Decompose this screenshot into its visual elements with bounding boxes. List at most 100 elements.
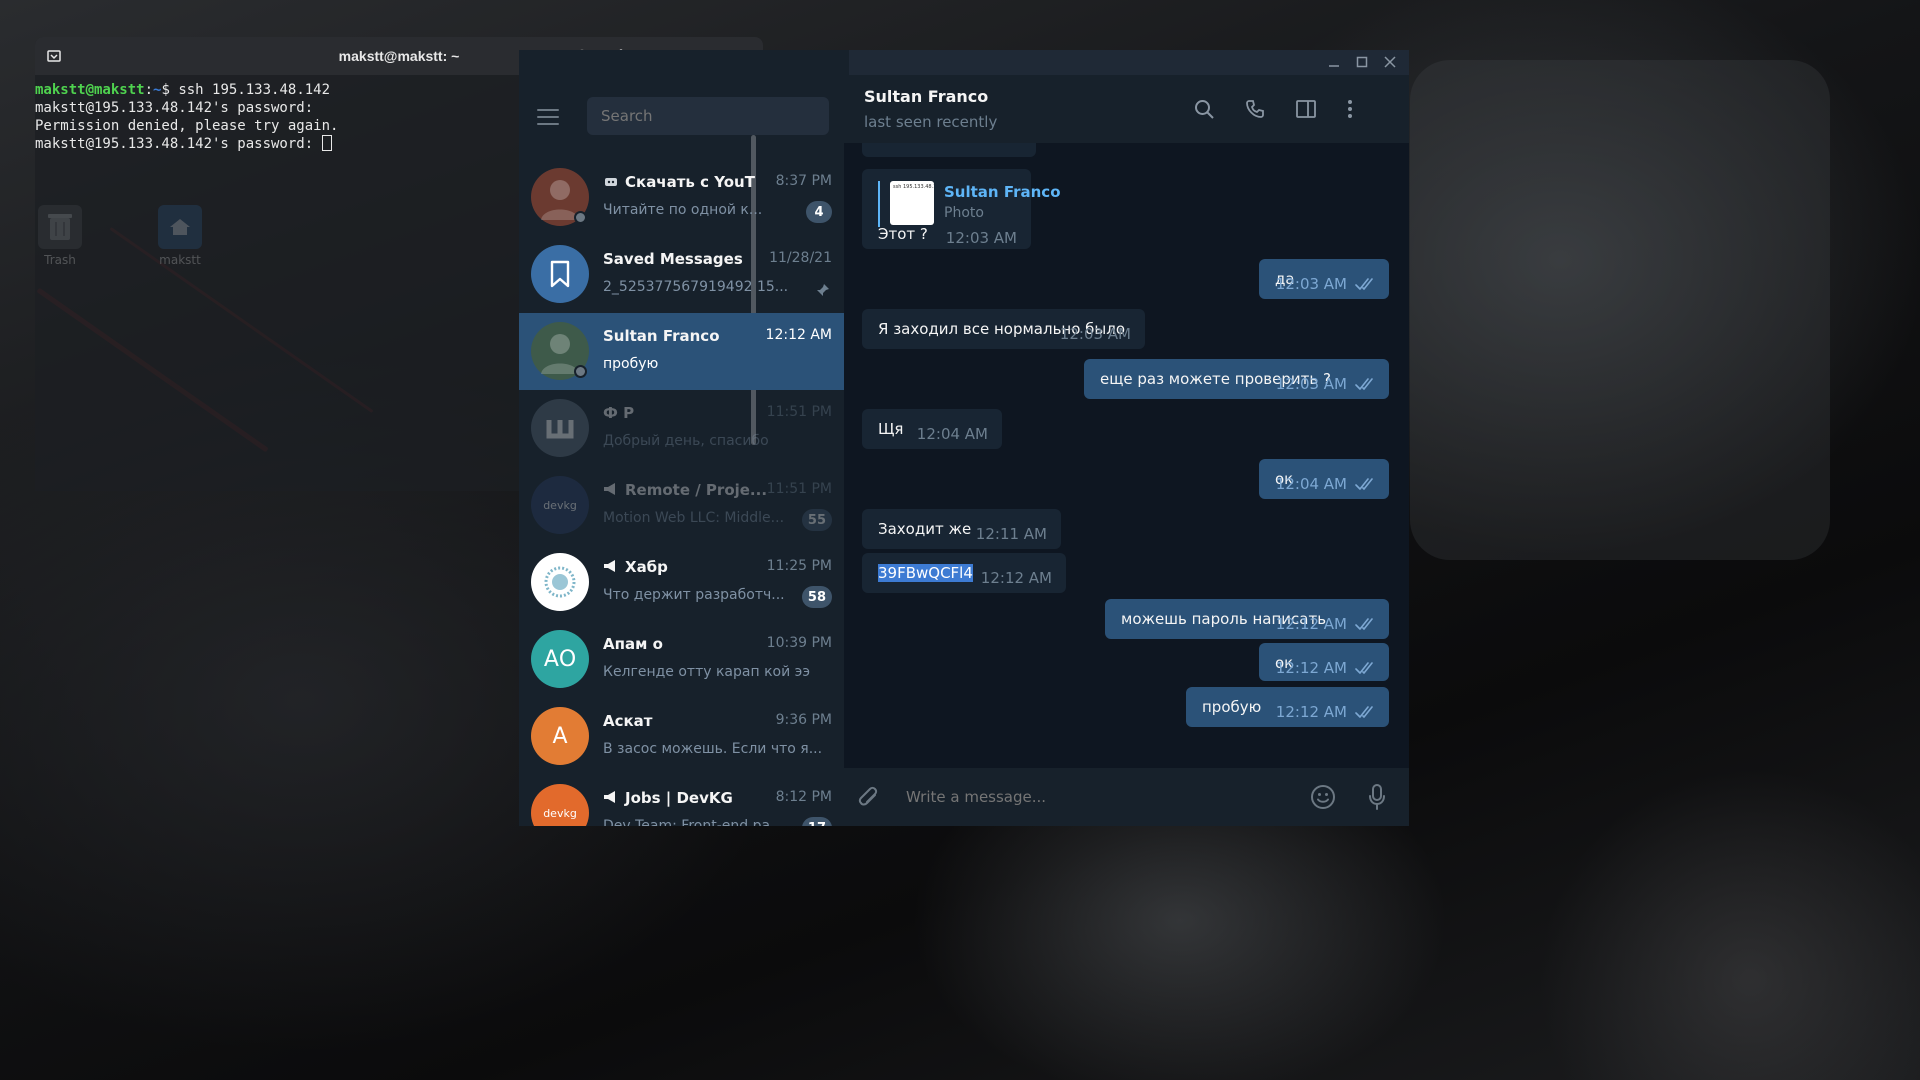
chat-list-item[interactable]: Saved Messages 11/28/21 2_525377567919492 … (519, 236, 844, 313)
phone-icon[interactable] (1241, 95, 1269, 123)
close-icon[interactable] (1381, 53, 1399, 71)
avatar: АО (531, 630, 589, 688)
chat-name-text: Remote / Proje... (625, 481, 768, 499)
chat-name-text: Sultan Franco (603, 327, 720, 345)
chat-name: Remote / Proje... (603, 481, 768, 499)
chat-header-name[interactable]: Sultan Franco (864, 87, 988, 106)
incoming-message[interactable]: 39FBwQCFl4 12:12 AM (862, 553, 1066, 593)
status-dot (574, 211, 587, 224)
avatar: devkg (531, 476, 589, 534)
outgoing-message[interactable]: еще раз можете проверить ? 12:03 AM (1084, 359, 1389, 399)
new-tab-icon[interactable] (43, 45, 65, 67)
outgoing-message[interactable]: можешь пароль написать 12:12 AM (1105, 599, 1389, 639)
chat-name: Ф Р (603, 404, 768, 422)
more-options-icon[interactable] (1336, 95, 1364, 123)
telegram-window[interactable]: Скачать с YouT 8:37 PM Читайте по одной к.… (519, 50, 1409, 826)
status-dot (574, 365, 587, 378)
message-text: Этот ? (878, 225, 928, 243)
chat-list-item[interactable]: Скачать с YouT 8:37 PM Читайте по одной к.… (519, 159, 844, 236)
bot-icon (603, 173, 619, 191)
message-time: 12:03 AM (1275, 275, 1347, 293)
reply-author: Sultan Franco (944, 183, 1061, 201)
avatar-text: devkg (543, 498, 577, 512)
chat-preview: 2_525377567919492 15... (603, 279, 789, 295)
terminal-cursor (321, 135, 332, 151)
avatar (531, 553, 589, 611)
chat-list-item[interactable]: АО Апам о 10:39 PM Келгенде отту карап кой … (519, 621, 844, 698)
message-list[interactable]: Какой пароль?12:02 AMssh 195.133.48.142 … (844, 75, 1409, 768)
hamburger-menu-icon[interactable] (537, 109, 559, 125)
chat-name-text: Ф Р (603, 404, 635, 422)
search-input[interactable] (587, 97, 829, 135)
chat-name: Скачать с YouT (603, 173, 768, 191)
prompt-separator: : (144, 82, 154, 98)
search-icon[interactable] (1190, 95, 1218, 123)
message-composer[interactable] (844, 768, 1409, 826)
unread-badge: 55 (801, 509, 832, 531)
outgoing-message[interactable]: да 12:03 AM (1259, 259, 1389, 299)
chat-preview: Келгенде отту карап кой ээ (603, 664, 811, 680)
read-receipt-icon (1355, 277, 1377, 291)
outgoing-message[interactable]: ок 12:04 AM (1259, 459, 1389, 499)
chat-list-item[interactable]: Хабр 11:25 PM Что держит разработч... 58 (519, 544, 844, 621)
incoming-message[interactable]: Я заходил все нормально было 12:03 AM (862, 309, 1145, 349)
chat-time: 8:37 PM (775, 173, 832, 189)
outgoing-message[interactable]: ок 12:12 AM (1259, 643, 1389, 681)
reply-preview[interactable]: ssh 195.133.48.142 makstt Sultan Franco Ph… (878, 181, 1061, 227)
chat-time: 12:12 AM (765, 327, 832, 343)
chat-name-text: Saved Messages (603, 250, 743, 268)
chat-header[interactable]: Sultan Franco last seen recently (844, 75, 1409, 143)
chat-list-item[interactable]: devkg Remote / Proje... 11:51 PM Motion Web… (519, 467, 844, 544)
chat-name: Jobs | DevKG (603, 789, 768, 807)
chat-preview: пробую (603, 356, 659, 372)
maximize-icon[interactable] (1353, 53, 1371, 71)
avatar (531, 399, 589, 457)
chat-name: Хабр (603, 558, 768, 576)
bookmark-icon (550, 260, 570, 288)
reply-photo-thumbnail: ssh 195.133.48.142 makstt (890, 181, 934, 225)
chat-preview: Читайте по одной к... (603, 202, 763, 218)
chat-list-item[interactable]: А Аскат 9:36 PM В засос можешь. Если что я.… (519, 698, 844, 775)
chat-time: 8:12 PM (775, 789, 832, 805)
letter-mark-icon (546, 420, 574, 439)
attach-icon[interactable] (854, 782, 884, 812)
prompt-user: makstt@makstt (35, 82, 145, 98)
incoming-message[interactable]: Щя 12:04 AM (862, 409, 1002, 449)
microphone-icon[interactable] (1362, 782, 1392, 812)
chat-list-item[interactable]: devkg Jobs | DevKG 8:12 PM Dev Team: Front-… (519, 775, 844, 826)
message-text: пробую (1202, 698, 1262, 716)
chat-name-text: Апам о (603, 635, 663, 653)
chat-name-text: Аскат (603, 712, 653, 730)
telegram-titlebar[interactable] (849, 50, 1409, 75)
pin-icon (816, 282, 830, 301)
minimize-icon[interactable] (1325, 53, 1343, 71)
chat-list-panel[interactable]: Скачать с YouT 8:37 PM Читайте по одной к.… (519, 75, 844, 826)
chat-time: 10:39 PM (766, 635, 832, 651)
chat-name-text: Скачать с YouT (625, 173, 755, 191)
conversation-panel[interactable]: Какой пароль?12:02 AMssh 195.133.48.142 … (844, 75, 1409, 826)
read-receipt-icon (1355, 477, 1377, 491)
emoji-icon[interactable] (1308, 782, 1338, 812)
chat-time: 11:25 PM (766, 558, 832, 574)
chat-name-text: Хабр (625, 558, 668, 576)
message-time: 12:12 AM (1275, 703, 1347, 721)
habr-logo-icon (544, 566, 576, 598)
read-receipt-icon (1355, 661, 1377, 675)
message-time: 12:03 AM (1059, 325, 1131, 343)
chat-preview: Dev Team: Front-end pa... (603, 818, 784, 826)
message-time: 12:04 AM (1275, 475, 1347, 493)
incoming-message[interactable]: Заходит же 12:11 AM (862, 509, 1061, 549)
chat-preview: Что держит разработч... (603, 587, 785, 603)
incoming-message[interactable]: ssh 195.133.48.142 makstt Sultan Franco Ph… (862, 169, 1061, 249)
message-input[interactable] (906, 783, 1286, 811)
message-time: 12:11 AM (975, 525, 1047, 543)
outgoing-message[interactable]: пробую 12:12 AM (1186, 687, 1389, 727)
chat-list-item[interactable]: Ф Р 11:51 PM Добрый день, спасибо (519, 390, 844, 467)
megaphone-icon (603, 558, 619, 576)
terminal-command: ssh 195.133.48.142 (178, 82, 331, 98)
chat-list-item[interactable]: Sultan Franco 12:12 AM пробую (519, 313, 844, 390)
avatar-text: АО (543, 646, 577, 672)
message-text: Заходит же (878, 520, 972, 538)
sidebar-toggle-icon[interactable] (1292, 95, 1320, 123)
chat-list: Скачать с YouT 8:37 PM Читайте по одной к.… (519, 159, 844, 826)
